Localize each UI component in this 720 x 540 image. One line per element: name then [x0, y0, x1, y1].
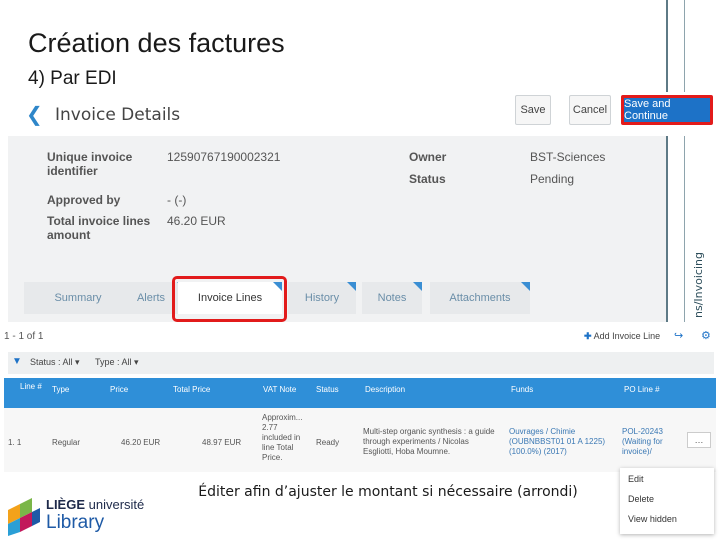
- tab-summary-label: Summary: [54, 292, 102, 304]
- status-value: Pending: [530, 172, 575, 186]
- menu-item-delete[interactable]: Delete: [628, 494, 654, 504]
- funds-line: (OUBNBBST01 01 A 1225): [509, 437, 606, 446]
- filter-icon[interactable]: ▼: [12, 356, 22, 367]
- owner-label: Owner: [409, 150, 447, 164]
- add-invoice-line-label: Add Invoice Line: [593, 331, 661, 341]
- cell-po-line[interactable]: POL-20243 (Waiting for invoice)/: [622, 427, 663, 457]
- col-vat-note[interactable]: VAT Note: [263, 385, 296, 394]
- status-label: Status: [409, 172, 446, 186]
- type-filter[interactable]: Type : All ▾: [95, 357, 139, 368]
- tab-history[interactable]: History: [288, 282, 356, 314]
- plus-icon: ✚: [584, 331, 592, 341]
- col-po-line[interactable]: PO Line #: [624, 385, 660, 394]
- logo-text-bold: LIÈGE: [46, 497, 86, 512]
- logo-text-light: université: [88, 497, 145, 512]
- col-status[interactable]: Status: [316, 385, 339, 394]
- unique-id-label: Unique invoice identifier: [47, 150, 133, 178]
- total-amount-value: 46.20 EUR: [167, 214, 226, 228]
- description-line: through experiments / Nicolas: [363, 437, 469, 446]
- invoice-lines-highlight: [172, 276, 287, 322]
- menu-item-edit[interactable]: Edit: [628, 474, 644, 484]
- col-type[interactable]: Type: [52, 385, 69, 394]
- tab-notes-label: Notes: [377, 292, 407, 304]
- tab-corner-marker: [521, 282, 530, 291]
- slide-subtitle: 4) Par EDI: [28, 68, 117, 89]
- cell-funds[interactable]: Ouvrages / Chimie (OUBNBBST01 01 A 1225)…: [509, 427, 605, 457]
- tab-attachments[interactable]: Attachments: [430, 282, 530, 314]
- side-vertical-text: ns/Invoicing: [692, 252, 705, 318]
- add-invoice-line-button[interactable]: ✚ Add Invoice Line: [584, 331, 660, 342]
- cell-line: 1. 1: [8, 438, 22, 447]
- pager: 1 - 1 of 1: [4, 331, 44, 342]
- col-funds[interactable]: Funds: [511, 385, 533, 394]
- unique-id-value: 12590767190002321: [167, 150, 281, 164]
- cell-status: Ready: [316, 438, 340, 447]
- description-line: Multi-step organic synthesis : a guide: [363, 427, 495, 436]
- cell-type: Regular: [52, 438, 81, 447]
- col-total-price[interactable]: Total Price: [173, 385, 210, 394]
- menu-item-view-hidden[interactable]: View hidden: [628, 514, 677, 524]
- gear-icon[interactable]: ⚙: [701, 329, 711, 342]
- owner-value: BST-Sciences: [530, 150, 606, 164]
- vat-note-line: Price.: [262, 453, 283, 462]
- description-line: Esgliotti, Hoba Moumne.: [363, 447, 451, 456]
- slide-title: Création des factures: [28, 28, 285, 58]
- cancel-button[interactable]: Cancel: [569, 95, 611, 125]
- logo-text-top: LIÈGE université: [46, 497, 144, 512]
- vat-note-line: line Total: [262, 443, 294, 452]
- vat-note-line: Approxim...: [262, 413, 303, 422]
- cell-description: Multi-step organic synthesis : a guide t…: [363, 427, 495, 457]
- cell-total-price: 48.97 EUR: [202, 438, 242, 447]
- table-row[interactable]: [4, 408, 716, 472]
- logo-text-bottom: Library: [46, 512, 105, 533]
- tab-notes[interactable]: Notes: [362, 282, 422, 314]
- po-line-line: (Waiting for: [622, 437, 663, 446]
- tab-alerts-label: Alerts: [136, 292, 166, 304]
- save-button[interactable]: Save: [515, 95, 551, 125]
- row-actions-button[interactable]: …: [687, 432, 711, 448]
- vat-note-line: included in: [262, 433, 301, 442]
- status-filter[interactable]: Status : All ▾: [30, 357, 80, 368]
- funds-line: Ouvrages / Chimie: [509, 427, 576, 436]
- cell-price: 46.20 EUR: [121, 438, 161, 447]
- approved-by-label: Approved by: [47, 193, 121, 207]
- col-description[interactable]: Description: [365, 385, 405, 394]
- type-filter-label: Type : All: [95, 357, 132, 367]
- tab-corner-marker: [347, 282, 356, 291]
- funds-line: (100.0%) (2017): [509, 447, 567, 456]
- tab-corner-marker: [413, 282, 422, 291]
- col-line[interactable]: Line #: [20, 382, 44, 391]
- total-amount-label: Total invoice lines amount: [47, 214, 151, 242]
- export-icon[interactable]: ↪: [674, 329, 683, 342]
- status-filter-label: Status : All: [30, 357, 73, 367]
- cell-vat-note: Approxim... 2.77 included in line Total …: [262, 413, 302, 463]
- vat-note-line: 2.77: [262, 423, 278, 432]
- col-price[interactable]: Price: [110, 385, 128, 394]
- po-line-line: POL-20243: [622, 427, 663, 436]
- tab-attachments-label: Attachments: [449, 292, 511, 304]
- po-line-line: invoice)/: [622, 447, 652, 456]
- uliege-logo-icon: [8, 498, 40, 536]
- page-heading: Invoice Details: [55, 105, 181, 125]
- approved-by-value: - (-): [167, 193, 187, 207]
- row-actions-menu: Edit Delete View hidden: [620, 468, 714, 534]
- back-chevron-icon[interactable]: ❮: [26, 102, 43, 126]
- slide-caption: Éditer afin d’ajuster le montant si néce…: [178, 480, 598, 504]
- save-and-continue-button[interactable]: Save and Continue: [621, 95, 713, 125]
- tab-history-label: History: [304, 292, 340, 304]
